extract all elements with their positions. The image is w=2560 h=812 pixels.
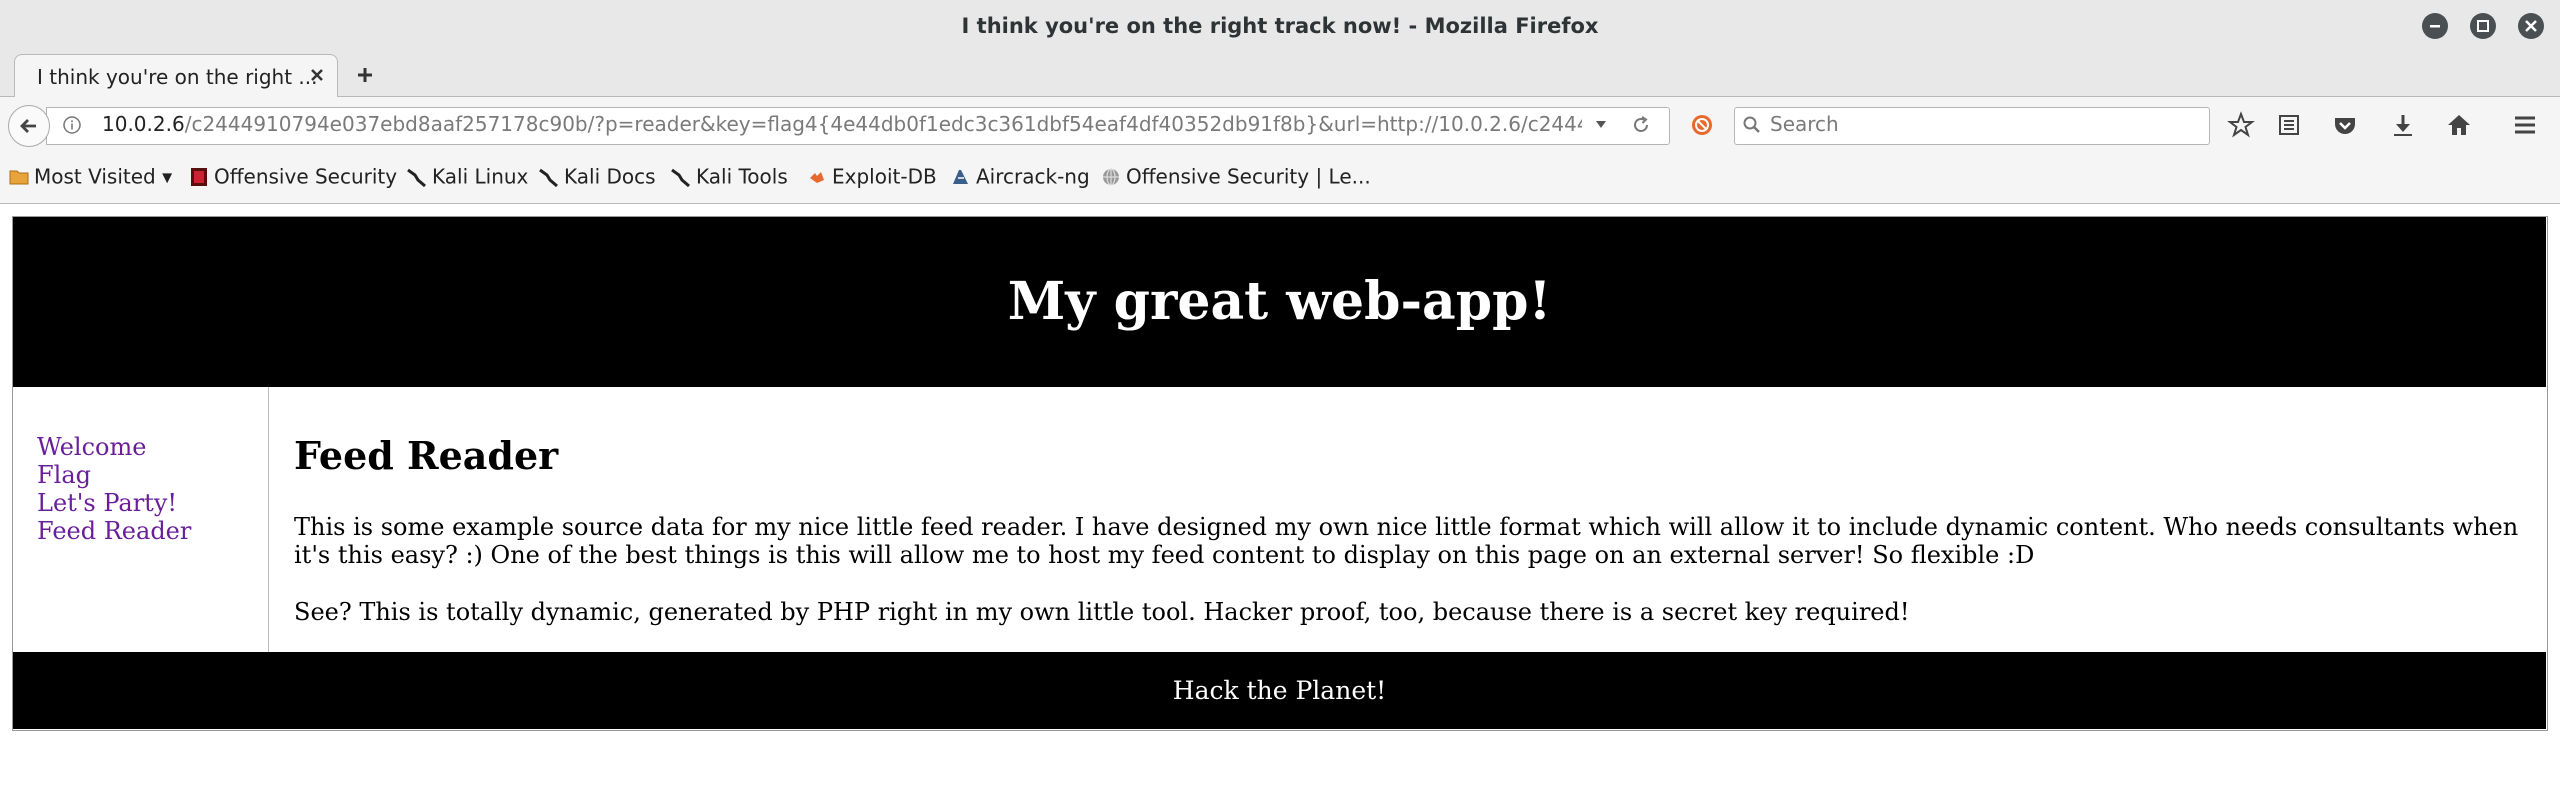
download-icon[interactable]	[2388, 110, 2418, 140]
url-dropdown-icon[interactable]	[1591, 114, 1611, 134]
bookmark-star-icon[interactable]	[2226, 110, 2256, 140]
nav-link-flag[interactable]: Flag	[37, 461, 91, 489]
bookmark-kali-linux[interactable]: Kali Linux	[406, 163, 528, 191]
bookmark-label: Most Visited ▾	[34, 164, 173, 189]
nav-link-welcome[interactable]: Welcome	[37, 433, 146, 461]
content-paragraph: See? This is totally dynamic, generated …	[294, 598, 1910, 626]
bookmark-offensive-security[interactable]: Offensive Security	[188, 163, 397, 191]
nav-link-feed-reader[interactable]: Feed Reader	[37, 517, 191, 545]
url-host: 10.0.2.6	[102, 112, 185, 136]
reading-list-icon[interactable]	[2274, 110, 2304, 140]
pocket-icon[interactable]	[2330, 110, 2360, 140]
content-heading: Feed Reader	[294, 433, 559, 478]
bookmark-exploit-db[interactable]: Exploit-DB	[806, 163, 937, 191]
search-placeholder[interactable]: Search	[1770, 112, 1839, 136]
bookmark-label: Offensive Security	[214, 164, 398, 189]
url-path: /c2444910794e037ebd8aaf257178c90b/?p=rea…	[184, 112, 1582, 136]
reload-icon[interactable]	[1630, 114, 1652, 136]
bookmark-offensive-security-le[interactable]: Offensive Security | Le...	[1100, 163, 1371, 191]
menu-icon[interactable]	[2510, 110, 2540, 140]
globe-icon	[1103, 167, 1119, 186]
bookmark-label: Kali Linux	[432, 164, 529, 189]
offsec-icon	[191, 167, 207, 186]
exploitdb-icon	[810, 171, 824, 183]
bookmark-label: Kali Tools	[696, 164, 788, 189]
back-button[interactable]	[8, 105, 50, 147]
kali-icon	[407, 168, 426, 187]
nav-link-lets-party[interactable]: Let's Party!	[37, 489, 177, 517]
tab-close-icon[interactable]	[305, 63, 329, 87]
window-titlebar: I think you're on the right track now! -…	[0, 0, 2560, 52]
main-content: Feed Reader This is some example source …	[294, 387, 2534, 652]
bookmark-label: Kali Docs	[564, 164, 656, 189]
maximize-button[interactable]	[2470, 13, 2496, 39]
url-text[interactable]: 10.0.2.6/c2444910794e037ebd8aaf257178c90…	[102, 112, 1582, 136]
bookmark-most-visited[interactable]: Most Visited ▾	[8, 163, 172, 191]
bookmark-label: Aircrack-ng	[976, 164, 1090, 189]
content-paragraph: This is some example source data for my …	[294, 513, 2519, 569]
close-window-button[interactable]	[2518, 13, 2544, 39]
bookmark-label: Exploit-DB	[832, 164, 937, 189]
new-tab-icon[interactable]	[352, 62, 378, 88]
bookmark-label: Offensive Security | Le...	[1126, 164, 1371, 189]
tab-active[interactable]: I think you're on the right ...	[14, 54, 338, 98]
footer-text: Hack the Planet!	[1172, 676, 1387, 705]
back-arrow-icon	[20, 119, 36, 133]
home-icon[interactable]	[2444, 110, 2474, 140]
page-title: My great web-app!	[1007, 271, 1552, 332]
page-header: My great web-app!	[13, 217, 2546, 387]
sidebar-nav: Welcome Flag Let's Party! Feed Reader	[13, 387, 269, 652]
aircrack-icon	[953, 169, 968, 184]
block-content-icon[interactable]	[1690, 113, 1714, 137]
window-title: I think you're on the right track now! -…	[961, 14, 1599, 38]
search-icon	[1743, 116, 1760, 133]
folder-icon	[9, 170, 29, 184]
info-icon[interactable]	[62, 115, 82, 135]
tab-label: I think you're on the right ...	[37, 65, 318, 89]
tab-strip	[0, 52, 2560, 97]
kali-icon	[539, 168, 558, 187]
page-footer: Hack the Planet!	[13, 652, 2546, 729]
bookmark-aircrack-ng[interactable]: Aircrack-ng	[950, 163, 1090, 191]
bookmark-kali-docs[interactable]: Kali Docs	[538, 163, 656, 191]
minimize-button[interactable]	[2422, 13, 2448, 39]
kali-icon	[671, 168, 690, 187]
bookmark-kali-tools[interactable]: Kali Tools	[670, 163, 788, 191]
